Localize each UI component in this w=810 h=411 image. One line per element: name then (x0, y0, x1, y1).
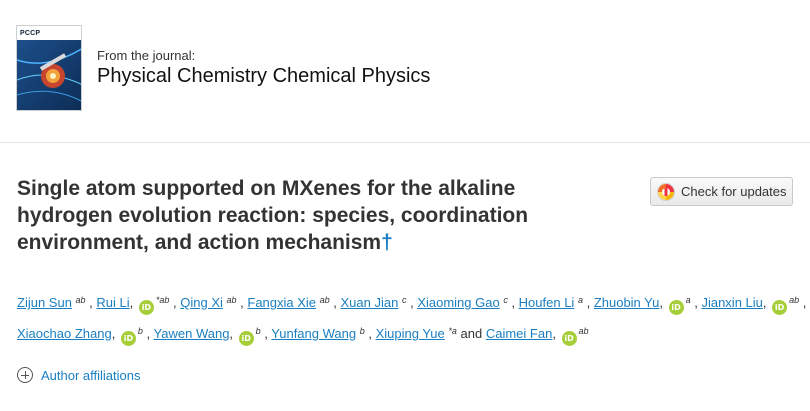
orcid-icon[interactable]: iD (772, 300, 788, 315)
author-affiliation-marker: a (685, 295, 691, 305)
author-link[interactable]: Yawen Wang (154, 326, 230, 341)
author-link[interactable]: Xiaochao Zhang (17, 326, 112, 341)
author-link[interactable]: Zhuobin Yu (594, 295, 660, 310)
author-link[interactable]: Zijun Sun (17, 295, 72, 310)
author-affiliation-marker: ab (226, 295, 237, 305)
author-link[interactable]: Qing Xi (180, 295, 223, 310)
crossmark-icon (657, 182, 675, 201)
author-affiliation-marker: *a (448, 326, 457, 336)
author-affiliation-marker: b (255, 326, 261, 336)
article-title: Single atom supported on MXenes for the … (17, 175, 627, 256)
journal-cover-image[interactable]: PCCP (16, 25, 82, 111)
cover-art-icon (17, 40, 81, 110)
author-link[interactable]: Houfen Li (519, 295, 575, 310)
orcid-icon[interactable]: iD (561, 331, 577, 346)
author-link[interactable]: Xiuping Yue (376, 326, 445, 341)
author-affiliation-marker: ab (789, 295, 800, 305)
author-link[interactable]: Xiaoming Gao (417, 295, 499, 310)
orcid-icon[interactable]: iD (138, 300, 154, 315)
author-link[interactable]: Rui Li (96, 295, 129, 310)
from-journal-label: From the journal: (97, 48, 196, 63)
article-title-line-2: hydrogen evolution reaction: species, co… (17, 204, 529, 227)
check-for-updates-button[interactable]: Check for updates (650, 177, 793, 206)
orcid-icon[interactable]: iD (668, 300, 684, 315)
esi-dagger-link[interactable]: † (381, 231, 393, 254)
author-affiliations-toggle[interactable]: Author affiliations (17, 367, 141, 383)
check-for-updates-label: Check for updates (681, 184, 787, 199)
author-link[interactable]: Caimei Fan (486, 326, 552, 341)
journal-title-link[interactable]: Physical Chemistry Chemical Physics (97, 65, 430, 88)
author-list: Zijun Sun ab , Rui Li, iD*ab , Qing Xi a… (17, 286, 807, 348)
author-link[interactable]: Xuan Jian (341, 295, 399, 310)
article-title-line-3: environment, and action mechanism (17, 231, 382, 254)
plus-circle-icon (17, 367, 33, 383)
author-affiliation-marker: a (577, 295, 583, 305)
author-link[interactable]: Yunfang Wang (271, 326, 356, 341)
orcid-icon[interactable]: iD (120, 331, 136, 346)
cover-label: PCCP (20, 30, 41, 37)
authors-and-text: and (460, 326, 483, 341)
journal-header: PCCP From the journal: Physical Chemistr… (0, 0, 810, 143)
author-affiliation-marker: ab (75, 295, 86, 305)
author-link[interactable]: Jianxin Liu (701, 295, 762, 310)
author-affiliations-label: Author affiliations (41, 367, 141, 383)
author-affiliation-marker: b (359, 326, 365, 336)
author-affiliation-marker: c (401, 295, 407, 305)
author-affiliation-marker: b (137, 326, 143, 336)
author-affiliation-marker: *ab (155, 295, 170, 305)
author-affiliation-marker: c (503, 295, 508, 305)
author-link[interactable]: Fangxia Xie (247, 295, 316, 310)
author-affiliation-marker: ab (319, 295, 330, 305)
article-title-line-1: Single atom supported on MXenes for the … (17, 177, 516, 200)
orcid-icon[interactable]: iD (238, 331, 254, 346)
author-affiliation-marker: ab (578, 326, 589, 336)
